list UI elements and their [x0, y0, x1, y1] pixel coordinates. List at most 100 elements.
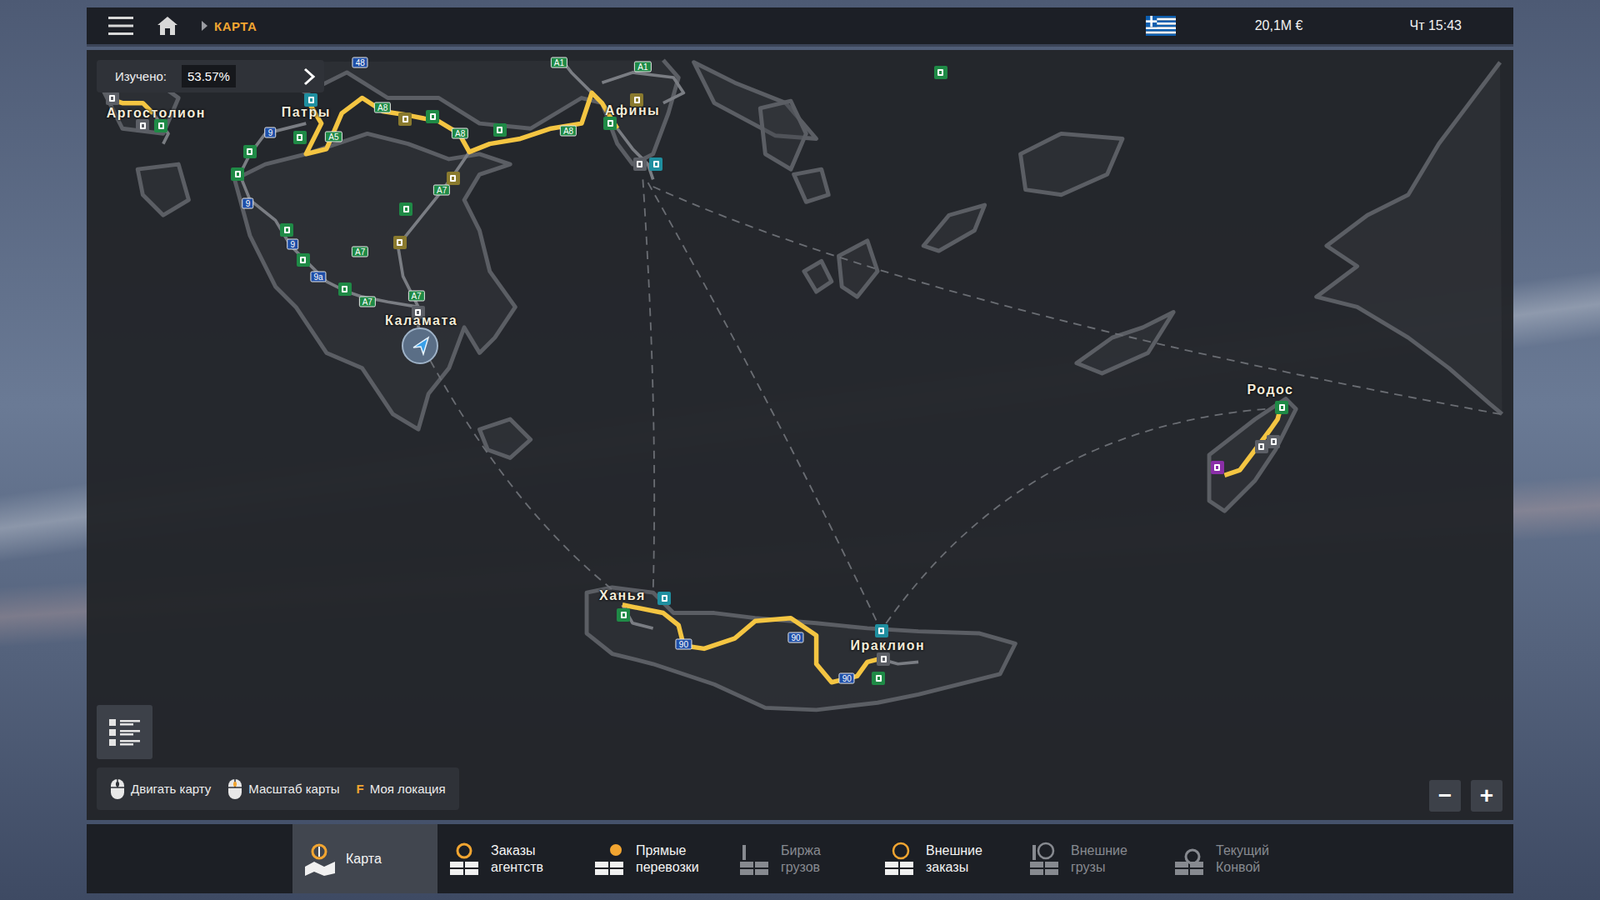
city-label: Каламата: [385, 313, 458, 329]
road-sign: A5: [325, 131, 342, 143]
coastline: [760, 100, 806, 170]
control-hint: FМоя локация: [356, 781, 446, 796]
ferry-route: [882, 409, 1265, 629]
poi-icon[interactable]: [649, 157, 663, 171]
road-sign: 90: [788, 632, 805, 644]
nav-tab-label: ТекущийКонвой: [1215, 842, 1270, 876]
poi-icon[interactable]: [425, 110, 440, 124]
road-sign: A7: [359, 296, 376, 308]
poi-icon[interactable]: [293, 130, 307, 145]
poi-icon[interactable]: [616, 608, 630, 622]
poi-icon[interactable]: [399, 202, 413, 216]
poi-icon[interactable]: [398, 112, 412, 126]
poi-icon[interactable]: [934, 65, 948, 80]
discovered-road: [622, 605, 880, 683]
tab-icon: [1172, 841, 1208, 877]
road-sign: A7: [351, 246, 369, 258]
poi-icon[interactable]: [1255, 440, 1269, 454]
poi-icon[interactable]: [446, 171, 460, 185]
ferry-route: [648, 182, 879, 624]
road-sign: 9: [265, 127, 277, 139]
poi-icon[interactable]: [875, 624, 889, 638]
nav-tab[interactable]: Прямыеперевозки: [582, 824, 728, 894]
chevron-right-icon[interactable]: [302, 67, 316, 86]
poi-icon[interactable]: [393, 235, 407, 250]
poi-icon[interactable]: [338, 282, 352, 296]
poi-icon[interactable]: [304, 93, 318, 107]
road: [398, 151, 470, 307]
controls-hint-bar: Двигать карту Масштаб карты FМоя локация: [96, 767, 460, 810]
road-sign: 90: [839, 673, 855, 685]
tab-icon: [1027, 841, 1063, 877]
city-label: Афины: [605, 103, 660, 119]
city-label: Ираклион: [850, 638, 925, 654]
poi-icon[interactable]: [1275, 400, 1289, 415]
coastline: [923, 205, 985, 251]
tab-icon: [737, 841, 773, 877]
nav-tab[interactable]: Внешниезаказы: [872, 824, 1018, 894]
money: 20,1M €: [1255, 18, 1304, 34]
nav-tab: Биржагрузов: [727, 824, 873, 894]
poi-icon[interactable]: [105, 91, 120, 105]
poi-icon[interactable]: [1266, 435, 1280, 449]
coastline: [586, 587, 1015, 710]
breadcrumb: КАРТА: [214, 19, 257, 34]
zoom-out-button[interactable]: −: [1429, 780, 1461, 812]
city-label: Патры: [281, 105, 331, 120]
road-sign: 9a: [310, 270, 326, 282]
poi-icon[interactable]: [493, 123, 507, 137]
poi-icon[interactable]: [243, 145, 257, 159]
control-hint: Масштаб карты: [227, 778, 340, 800]
poi-icon[interactable]: [230, 167, 245, 181]
poi-icon[interactable]: [154, 119, 168, 133]
poi-icon[interactable]: [1210, 460, 1225, 475]
road-sign: A8: [451, 128, 469, 140]
road-sign: A8: [374, 101, 391, 113]
map-view[interactable]: A1A148A8A8A8A59999aA7A7A7A7909090Аргосто…: [86, 50, 1514, 820]
road-sign: A1: [634, 60, 651, 72]
legend-button[interactable]: [96, 705, 153, 760]
ferry-route: [642, 179, 655, 593]
legend-list-icon: [108, 716, 142, 749]
nav-tab[interactable]: Заказыагентств: [437, 824, 583, 894]
road-sign: A7: [407, 290, 425, 302]
nav-tab-label: Биржагрузов: [780, 842, 821, 876]
zoom-in-button[interactable]: +: [1470, 780, 1503, 812]
hint-label: Моя локация: [370, 781, 446, 796]
coastline: [1316, 62, 1503, 415]
explored-value: 53.57%: [181, 65, 236, 88]
mouse-drag-icon: [110, 778, 125, 800]
poi-icon[interactable]: [657, 591, 671, 605]
road-sign: 90: [675, 638, 692, 650]
coastline: [137, 164, 189, 215]
poi-icon[interactable]: [280, 223, 294, 237]
poi-icon[interactable]: [871, 671, 885, 685]
poi-icon[interactable]: [876, 652, 890, 666]
city-label: Родос: [1247, 382, 1295, 398]
poi-icon[interactable]: [603, 116, 617, 130]
control-hint: Двигать карту: [110, 778, 211, 800]
home-icon[interactable]: [156, 15, 179, 36]
city-label: Аргостолион: [106, 105, 206, 121]
poi-icon[interactable]: [296, 253, 310, 267]
tab-icon: [302, 841, 338, 877]
nav-tab-label: Внешниегрузы: [1070, 842, 1128, 876]
nav-tab-label: Внешниезаказы: [925, 842, 983, 876]
nav-tab: Внешниегрузы: [1017, 824, 1163, 894]
coastline: [794, 169, 830, 202]
player-marker: [401, 327, 439, 365]
poi-icon[interactable]: [633, 157, 647, 171]
nav-tab[interactable]: Карта: [292, 824, 438, 894]
greek-flag-icon: [1145, 15, 1176, 36]
explored-indicator[interactable]: Изучено:53.57%: [96, 60, 325, 93]
map-drawing[interactable]: [86, 50, 1514, 820]
coastline: [235, 133, 516, 430]
player-arrow-icon: [410, 335, 430, 356]
coastline: [804, 260, 832, 292]
city-label: Ханья: [599, 588, 646, 604]
ferry-route: [653, 186, 1500, 415]
discovered-road: [305, 92, 618, 154]
menu-icon[interactable]: [108, 15, 134, 36]
bottom-nav: КартаЗаказыагентствПрямыеперевозки Биржаг…: [86, 824, 1514, 894]
poi-icon[interactable]: [135, 119, 150, 133]
